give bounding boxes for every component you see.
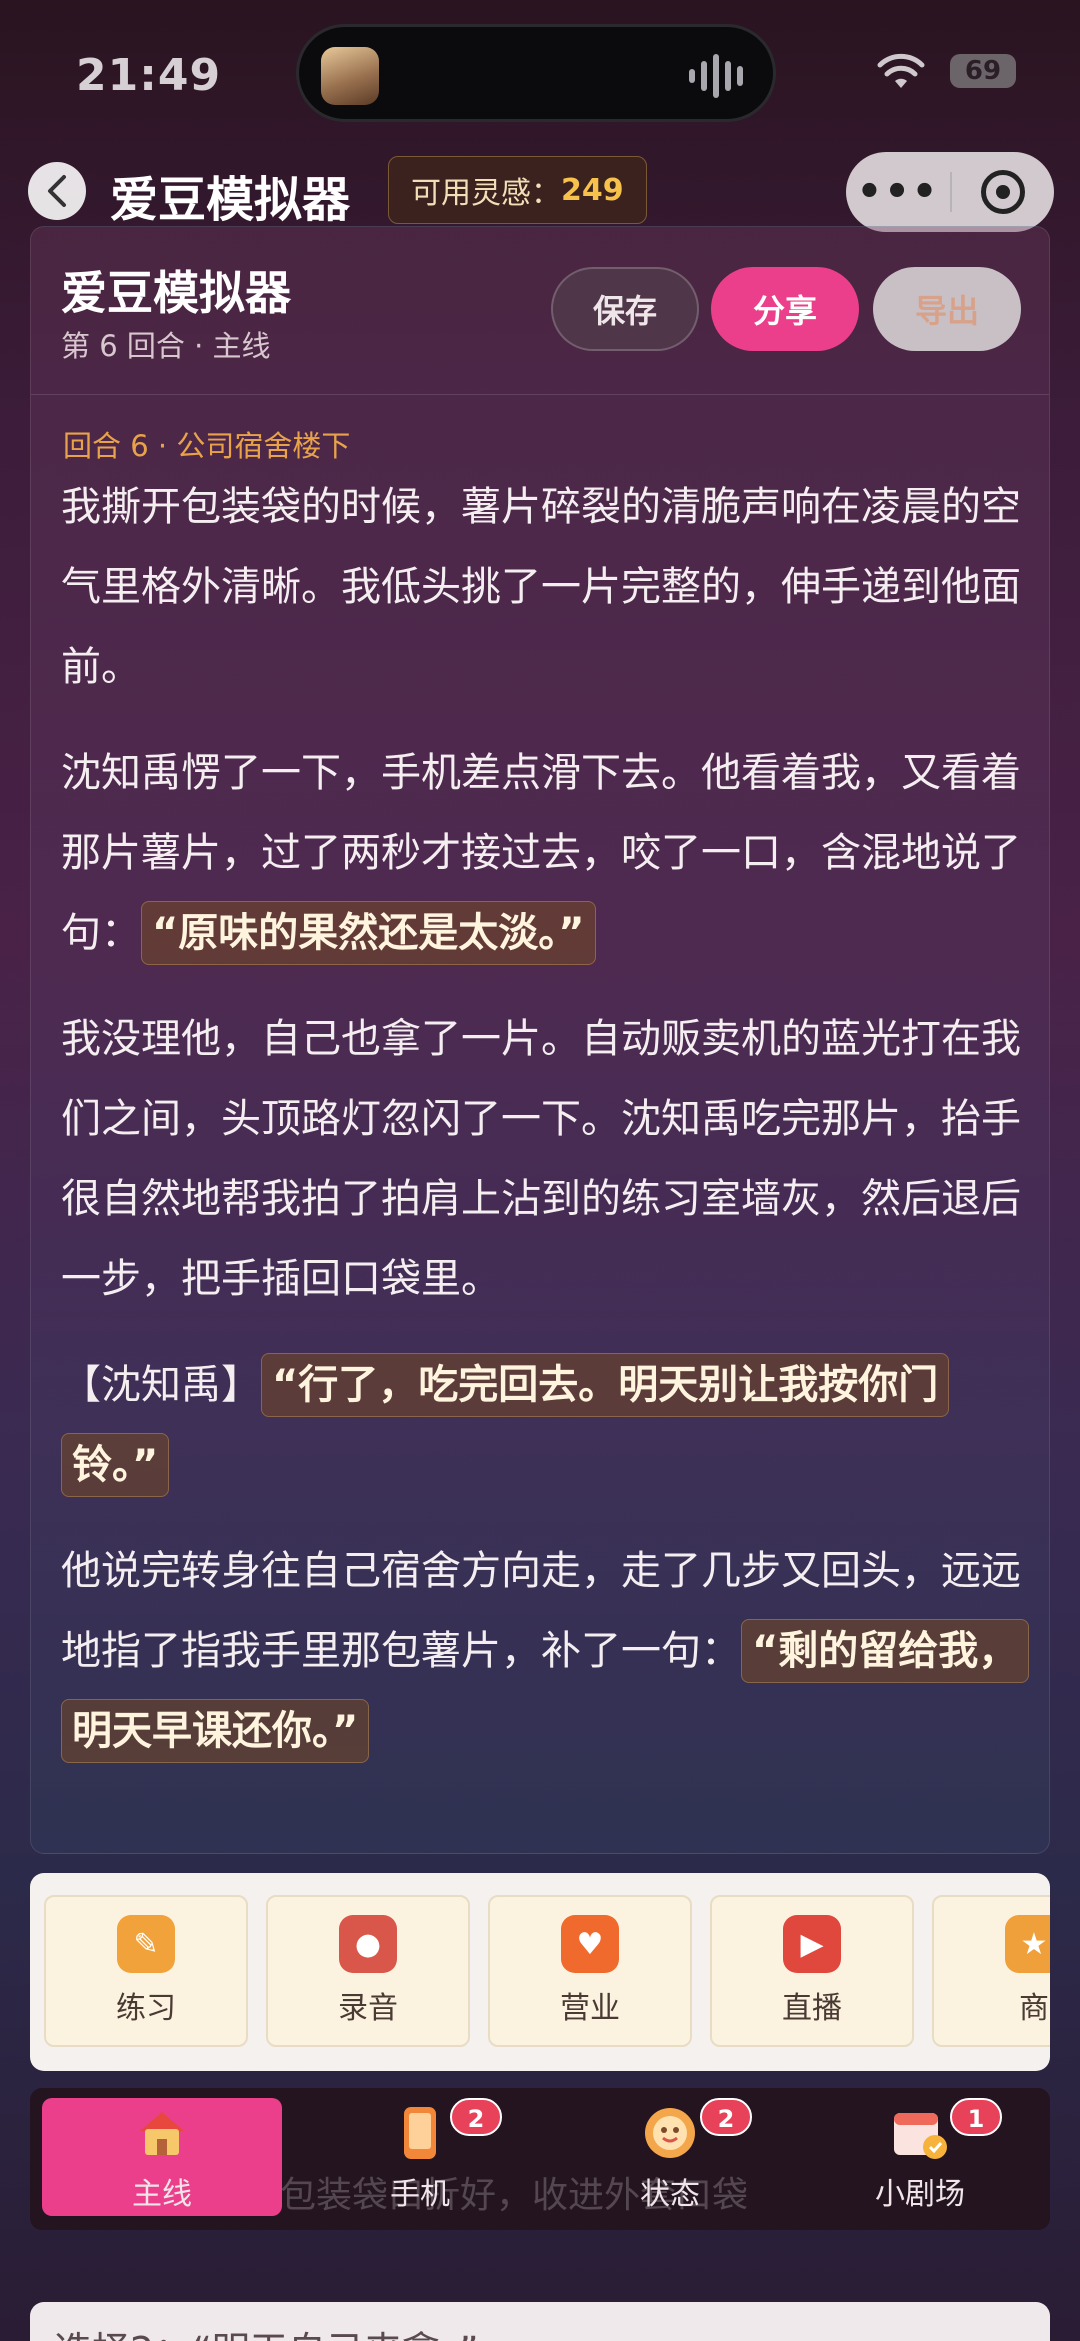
export-button[interactable]: 导出 — [873, 267, 1021, 351]
action-panel: ✎ 练习 ● 录音 ♥ 营业 ▶ 直播 ★ 商 — [30, 1873, 1050, 2071]
tab-theater[interactable]: 小剧场 1 — [800, 2098, 1040, 2216]
action-label: 直播 — [782, 1991, 842, 2026]
chevron-left-icon — [48, 175, 66, 207]
app-title: 爱豆模拟器 — [110, 172, 351, 228]
story-paragraph: 【沈知禹】 “行了，吃完回去。明天别让我按你门铃。” — [61, 1345, 1029, 1505]
close-miniprogram-button[interactable] — [952, 170, 1054, 214]
status-time: 21:49 — [76, 50, 222, 101]
tab-phone[interactable]: 手机 2 — [300, 2098, 540, 2216]
action-label: 商 — [1019, 1991, 1049, 2026]
wifi-icon — [877, 53, 925, 88]
house-icon — [130, 2101, 194, 2165]
share-button[interactable]: 分享 — [711, 267, 859, 351]
tab-label: 小剧场 — [875, 2177, 965, 2212]
back-button[interactable] — [28, 162, 86, 220]
tab-main-story[interactable]: 主线 — [42, 2098, 282, 2216]
notification-badge: 1 — [950, 2098, 1002, 2136]
shop-icon: ★ — [1005, 1915, 1050, 1973]
action-label: 录音 — [338, 1991, 398, 2026]
story-title: 爱豆模拟器 — [61, 266, 291, 320]
choice-option-text: 选择2：“明天自己来拿。” — [54, 2320, 479, 2341]
action-practice-button[interactable]: ✎ 练习 — [44, 1895, 248, 2047]
tab-label: 主线 — [132, 2177, 192, 2212]
now-playing-thumbnail — [321, 47, 379, 105]
battery-icon: 69 — [950, 54, 1016, 88]
notification-badge: 2 — [700, 2098, 752, 2136]
miniprogram-capsule: ••• — [846, 152, 1054, 232]
app-header: 爱豆模拟器 可用灵感： 249 ••• — [0, 150, 1080, 234]
more-menu-button[interactable]: ••• — [846, 152, 950, 232]
tab-label: 状态 — [640, 2177, 700, 2212]
story-card-header: 爱豆模拟器 第 6 回合 · 主线 保存 分享 导出 — [31, 227, 1049, 395]
choice-option-card[interactable]: 选择2：“明天自己来拿。” — [30, 2302, 1050, 2341]
calendar-icon — [888, 2101, 952, 2165]
save-button[interactable]: 保存 — [551, 267, 699, 351]
shopping-bag-icon: ♥ — [561, 1915, 619, 1973]
target-icon — [981, 170, 1025, 214]
action-record-button[interactable]: ● 录音 — [266, 1895, 470, 2047]
dialogue-quote: “原味的果然还是太淡。” — [141, 901, 596, 965]
story-subtitle: 第 6 回合 · 主线 — [61, 329, 271, 363]
phone-icon — [388, 2101, 452, 2165]
tab-label: 手机 — [390, 2177, 450, 2212]
action-live-button[interactable]: ▶ 直播 — [710, 1895, 914, 2047]
action-shop-button[interactable]: ★ 商 — [932, 1895, 1050, 2047]
notification-badge: 2 — [450, 2098, 502, 2136]
story-text: 我撕开包装袋的时候，薯片碎裂的清脆声响在凌晨的空气里格外清晰。我低头挑了一片完整… — [61, 467, 1030, 1797]
action-business-button[interactable]: ♥ 营业 — [488, 1895, 692, 2047]
inspiration-counter: 可用灵感： 249 — [388, 156, 647, 224]
practice-icon: ✎ — [117, 1915, 175, 1973]
story-card: 爱豆模拟器 第 6 回合 · 主线 保存 分享 导出 回合 6 · 公司宿舍楼下… — [30, 226, 1050, 1854]
dynamic-island[interactable] — [296, 24, 776, 122]
speaker-name: 【沈知禹】 — [61, 1362, 261, 1408]
live-camera-icon: ▶ — [783, 1915, 841, 1973]
bottom-tab-bar: 包装袋口折好，收进外套口袋 主线 手机 2 状态 2 小剧场 1 — [30, 2088, 1050, 2230]
audio-waveform-icon — [689, 53, 743, 99]
status-face-icon — [638, 2101, 702, 2165]
round-label: 回合 6 · 公司宿舍楼下 — [63, 429, 351, 463]
tab-status[interactable]: 状态 2 — [550, 2098, 790, 2216]
inspiration-label: 可用灵感： — [411, 176, 561, 211]
story-paragraph: 我没理他，自己也拿了一片。自动贩卖机的蓝光打在我们之间，头顶路灯忽闪了一下。沈知… — [61, 1016, 1021, 1302]
inspiration-value: 249 — [561, 172, 624, 208]
story-paragraph: 沈知禹愣了一下，手机差点滑下去。他看着我，又看着那片薯片，过了两秒才接过去，咬了… — [61, 733, 1029, 973]
microphone-icon: ● — [339, 1915, 397, 1973]
story-paragraph: 他说完转身往自己宿舍方向走，走了几步又回头，远远地指了指我手里那包薯片，补了一句… — [61, 1531, 1030, 1771]
action-label: 练习 — [116, 1991, 176, 2026]
story-paragraph: 我撕开包装袋的时候，薯片碎裂的清脆声响在凌晨的空气里格外清晰。我低头挑了一片完整… — [61, 484, 1021, 690]
status-bar: 21:49 69 — [0, 0, 1080, 140]
action-label: 营业 — [560, 1991, 620, 2026]
